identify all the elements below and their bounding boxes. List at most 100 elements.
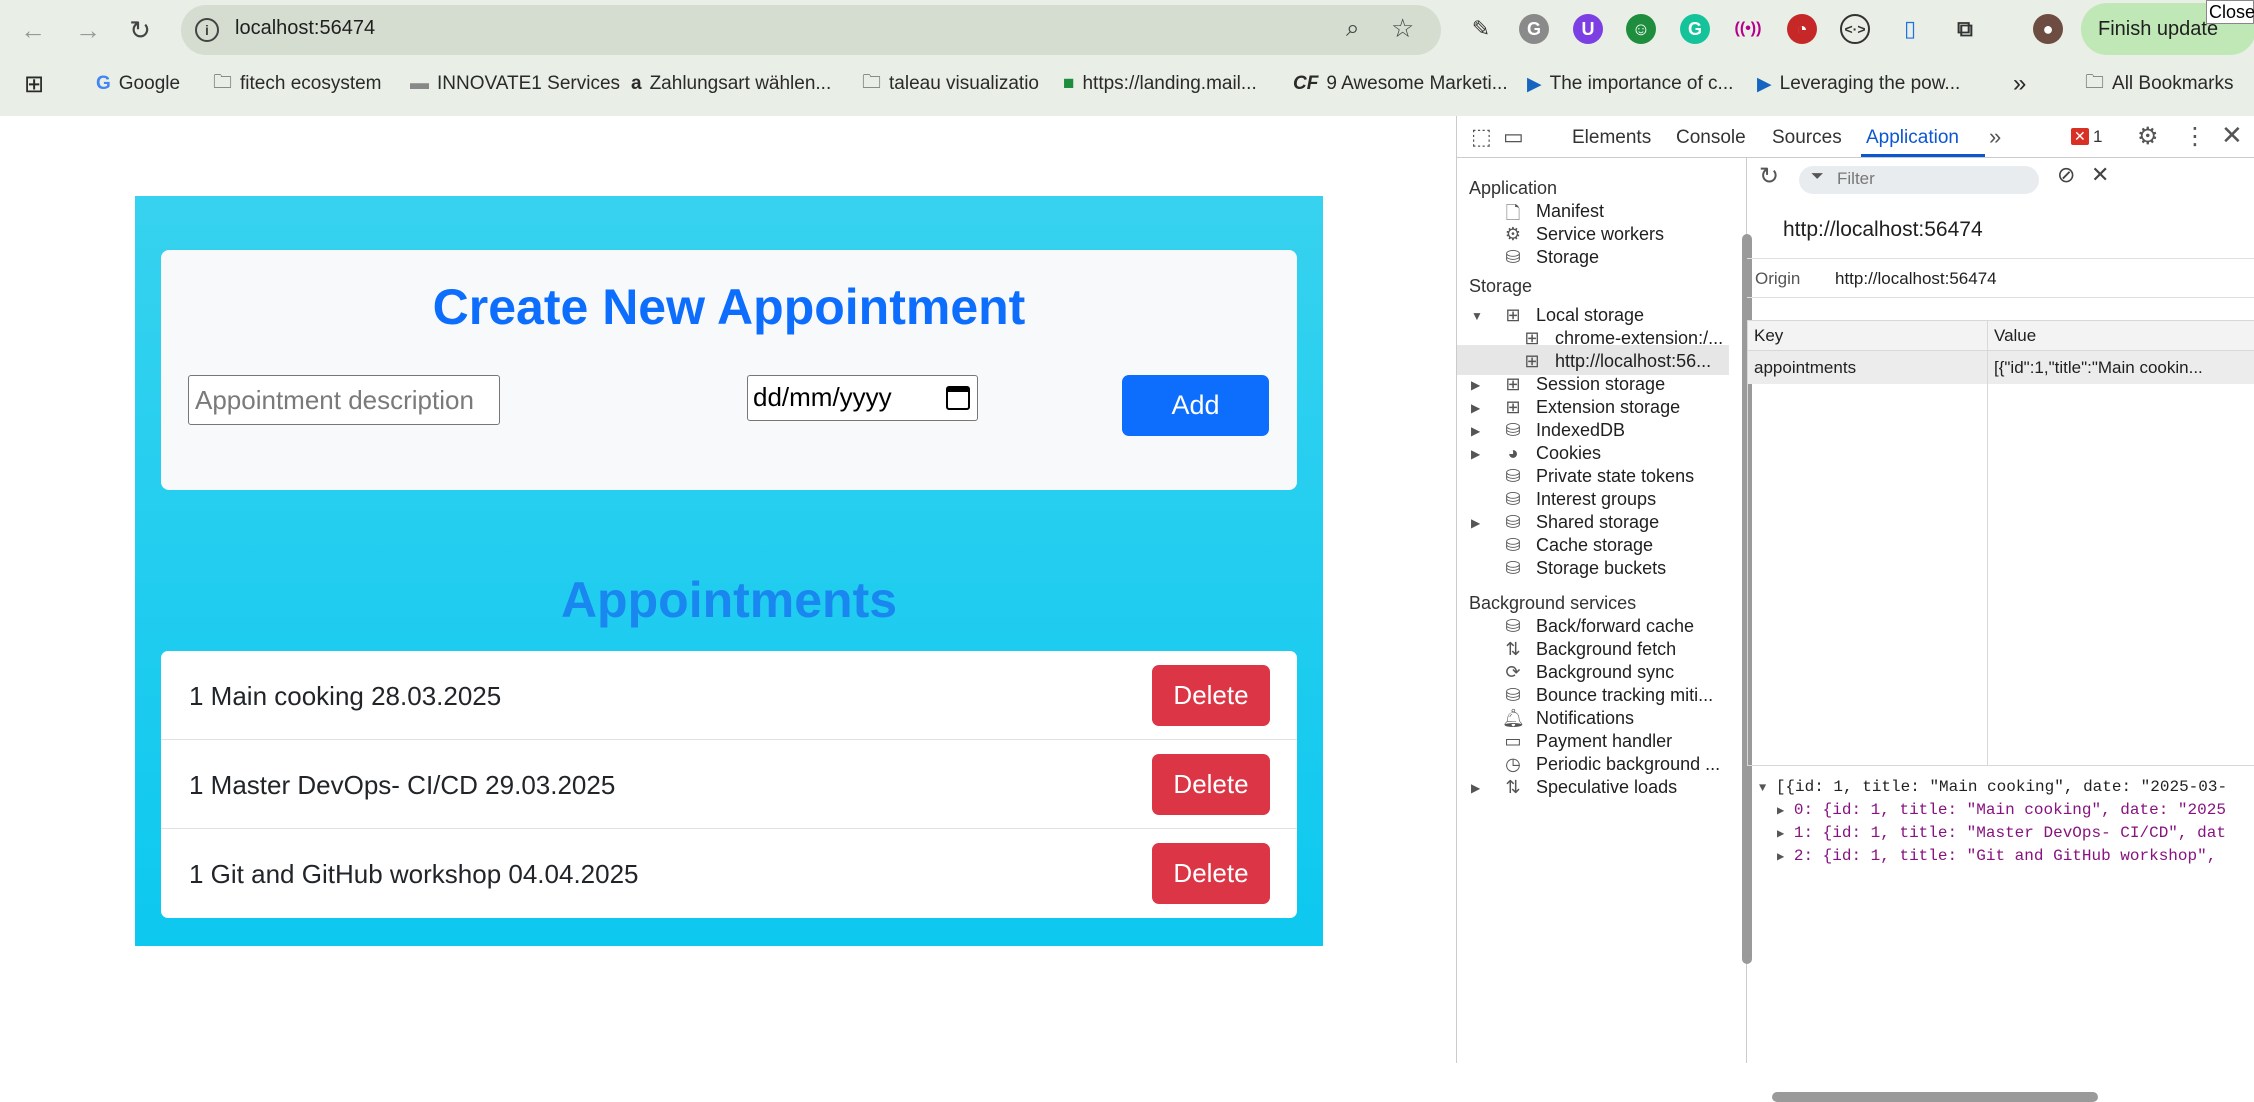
delete-selected-icon[interactable]: ✕ [2091,162,2109,188]
sidebar-item-service-workers[interactable]: ⚙ Service workers [1505,224,1664,245]
amazon-icon: a [631,73,642,94]
address-bar[interactable]: i localhost:56474 ⌕ ☆ [181,5,1441,55]
clear-all-icon[interactable]: ⊘ [2057,162,2075,188]
column-key[interactable]: Key [1754,326,1783,346]
sidebar-item-back-forward-cache[interactable]: ⛁ Back/forward cache [1505,616,1695,637]
bookmark-landing-mail[interactable]: ■ https://landing.mail... [1063,70,1257,98]
json-item-line[interactable]: ▶ 1: {id: 1, title: "Master DevOps- CI/C… [1759,824,2227,842]
bookmark-google[interactable]: G Google [96,70,180,98]
back-icon[interactable]: ← [15,12,51,48]
inspect-element-icon[interactable]: ⬚ [1471,124,1492,150]
add-button[interactable]: Add [1122,375,1269,436]
site-info-icon[interactable]: i [195,18,219,42]
sidebar-item-periodic-background[interactable]: ◷ Periodic background ... [1505,754,1720,775]
extension-code-icon[interactable]: <·> [1840,14,1870,44]
extension-g-icon[interactable]: G [1519,14,1549,44]
bookmark-star-icon[interactable]: ☆ [1391,13,1414,44]
collapsed-arrow-icon[interactable]: ▶ [1777,827,1784,841]
sidebar-item-extension-storage[interactable]: ⊞ Extension storage [1505,397,1680,418]
more-bookmarks-icon[interactable]: » [2013,70,2034,98]
sidebar-item-private-state-tokens[interactable]: ⛁ Private state tokens [1505,466,1694,487]
delete-button[interactable]: Delete [1152,843,1270,904]
sidebar-item-notifications[interactable]: 🔔︎ Notifications [1502,708,1634,729]
tab-console[interactable]: Console [1676,127,1746,149]
filter-icon: ⏷ [1811,168,1824,185]
devtools-storage-view: ↻ ⏷ Filter ⊘ ✕ http://localhost:56474 Or… [1747,158,2254,1102]
filter-input[interactable]: ⏷ Filter [1799,166,2039,194]
sidebar-item-shared-storage[interactable]: ⛁ Shared storage [1505,512,1659,533]
expanded-arrow-icon[interactable]: ▼ [1759,781,1766,795]
column-value[interactable]: Value [1994,326,2036,346]
eyedropper-icon[interactable]: ✎ [1466,14,1496,44]
sidebar-item-storage-buckets[interactable]: ⛁ Storage buckets [1505,558,1666,579]
bookmark-innovate1[interactable]: ▬ INNOVATE1 Services [410,70,620,98]
horizontal-scrollbar[interactable] [1772,1092,2098,1102]
json-item-line[interactable]: ▶ 0: {id: 1, title: "Main cooking", date… [1759,801,2227,819]
sidebar-item-cookies[interactable]: ◕ Cookies [1508,443,1601,464]
sidebar-item-interest-groups[interactable]: ⛁ Interest groups [1505,489,1656,510]
sidebar-item-session-storage[interactable]: ⊞ Session storage [1505,374,1665,395]
collapsed-arrow-icon[interactable]: ▶ [1471,516,1480,530]
more-options-icon[interactable]: ⋮ [2183,122,2207,151]
sidebar-item-payment-handler[interactable]: ▭ Payment handler [1504,731,1672,752]
bookmark-label: All Bookmarks [2112,73,2234,94]
close-devtools-icon[interactable]: ✕ [2221,120,2243,151]
bookmark-label: Zahlungsart wählen... [649,73,832,94]
extension-red-icon[interactable]: ◔ [1787,14,1817,44]
forward-icon[interactable]: → [70,12,106,48]
bookmark-folder-fitech[interactable]: 🗀 fitech ecosystem [213,70,382,98]
sidebar-item-bounce-tracking[interactable]: ⛁ Bounce tracking miti... [1505,685,1713,706]
collapsed-arrow-icon[interactable]: ▶ [1777,804,1784,818]
bookmark-folder-taleau[interactable]: 🗀 taleau visualizatio [862,70,1039,98]
collapsed-arrow-icon[interactable]: ▶ [1777,850,1784,864]
collapsed-arrow-icon[interactable]: ▶ [1471,447,1480,461]
expanded-arrow-icon[interactable]: ▼ [1471,309,1483,323]
sidebar-item-label: Back/forward cache [1536,616,1695,636]
tab-sources[interactable]: Sources [1772,127,1842,149]
bookmark-amazon[interactable]: a Zahlungsart wählen... [631,70,831,98]
sidebar-item-background-sync[interactable]: ⟳ Background sync [1505,662,1674,683]
bookmark-awesome-marketing[interactable]: CF 9 Awesome Marketi... [1293,70,1508,98]
more-tabs-icon[interactable]: » [1989,124,2001,150]
error-icon[interactable]: ✕ [2071,128,2089,145]
apps-grid-icon[interactable]: ⊞ [24,70,52,98]
json-root-line[interactable]: ▼ [{id: 1, title: "Main cooking", date: … [1759,778,2227,796]
reload-icon[interactable]: ↻ [122,12,158,48]
table-row[interactable]: appointments [{"id":1,"title":"Main cook… [1748,351,2254,384]
delete-button[interactable]: Delete [1152,665,1270,726]
tab-application[interactable]: Application [1866,127,1959,149]
grammarly-icon[interactable]: G [1680,14,1710,44]
sidebar-item-background-fetch[interactable]: ⇅ Background fetch [1505,639,1676,660]
delete-button[interactable]: Delete [1152,754,1270,815]
collapsed-arrow-icon[interactable]: ▶ [1471,378,1480,392]
date-input[interactable]: dd/mm/yyyy [747,375,978,421]
sidebar-item-storage[interactable]: ⛁ Storage [1505,247,1599,268]
sidebar-item-cache-storage[interactable]: ⛁ Cache storage [1505,535,1653,556]
json-item-line[interactable]: ▶ 2: {id: 1, title: "Git and GitHub work… [1759,847,2227,865]
settings-gear-icon[interactable]: ⚙ [2137,122,2159,151]
sidebar-item-local-storage[interactable]: ⊞ Local storage [1505,305,1644,326]
device-toolbar-icon[interactable]: ▭ [1503,124,1524,150]
all-bookmarks[interactable]: 🗀 All Bookmarks [2085,70,2233,98]
description-input[interactable] [188,375,500,425]
extensions-puzzle-icon[interactable]: ⧉ [1950,14,1980,44]
sidebar-item-speculative-loads[interactable]: ⇅ Speculative loads [1505,777,1677,798]
calendar-icon[interactable] [946,386,970,410]
refresh-icon[interactable]: ↻ [1759,162,1779,191]
collapsed-arrow-icon[interactable]: ▶ [1471,424,1480,438]
extension-docs-icon[interactable]: ▯ [1895,14,1925,44]
zoom-icon[interactable]: ⌕ [1346,15,1359,43]
bookmark-leveraging[interactable]: ▶ Leveraging the pow... [1757,70,1960,98]
section-storage: Storage [1469,276,1533,296]
extension-robot-icon[interactable]: ☺ [1626,14,1656,44]
bookmark-importance[interactable]: ▶ The importance of c... [1527,70,1733,98]
extension-broadcast-icon[interactable]: ((•)) [1733,14,1763,44]
profile-avatar[interactable]: ● [2033,14,2063,44]
tab-elements[interactable]: Elements [1572,127,1651,149]
sidebar-item-manifest[interactable]: 🗋 Manifest [1506,201,1604,223]
sidebar-item-localhost[interactable]: ⊞ http://localhost:56... [1524,351,1711,372]
sidebar-item-indexeddb[interactable]: ⛁ IndexedDB [1505,420,1625,441]
collapsed-arrow-icon[interactable]: ▶ [1471,781,1480,795]
extension-u-icon[interactable]: U [1573,14,1603,44]
collapsed-arrow-icon[interactable]: ▶ [1471,401,1480,415]
